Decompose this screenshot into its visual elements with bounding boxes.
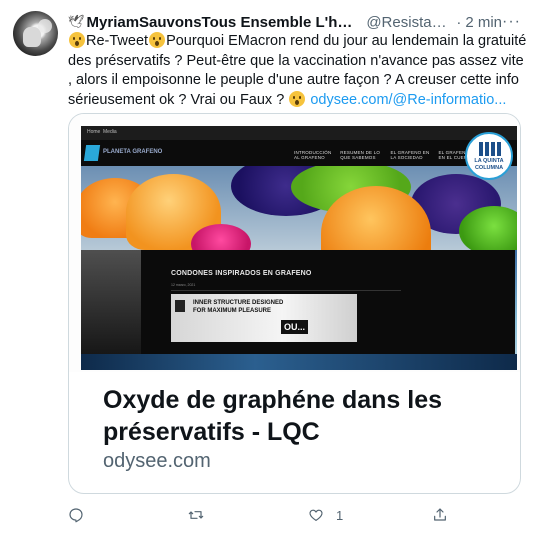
reply-button[interactable] — [68, 505, 96, 525]
site-article-image-line2: FOR MAXIMUM PLEASURE — [193, 308, 271, 314]
retweet-icon — [188, 511, 204, 519]
site-nav: PLANETA GRAFENO INTRODUCCIÓN AL GRAFENO … — [81, 140, 517, 166]
avatar[interactable] — [13, 11, 58, 56]
author-handle[interactable]: @Resistance... — [366, 14, 452, 31]
like-count: 1 — [336, 507, 344, 523]
condoms-banner-image — [81, 166, 517, 250]
site-article-image: INNER STRUCTURE DESIGNED FOR MAXIMUM PLE… — [171, 294, 357, 342]
separator-dot: · — [456, 13, 462, 31]
share-icon — [434, 508, 446, 521]
more-options-icon[interactable]: ··· — [502, 13, 521, 31]
structure-icon — [175, 300, 185, 312]
site-menu-item: EL GRAFENO EN LA SOCIEDAD — [390, 150, 430, 160]
site-article-title: CONDONES INSPIRADOS EN GRAFENO — [171, 270, 312, 277]
tweet-header: 🕊 MyriamSauvonsTous Ensemble L'human... … — [68, 12, 521, 32]
site-article-image-line1: INNER STRUCTURE DESIGNED — [193, 300, 284, 306]
link-preview-card[interactable]: Home Media PLANETA GRAFENO INTRODUCCIÓN … — [68, 113, 521, 494]
tweet-time[interactable]: 2 min — [465, 14, 502, 31]
share-button[interactable] — [432, 505, 448, 525]
site-topbar-media: Media — [103, 129, 117, 135]
heart-icon — [309, 509, 323, 521]
card-thumbnail[interactable]: Home Media PLANETA GRAFENO INTRODUCCIÓN … — [69, 114, 520, 372]
site-article-meta: 12 marzo, 2021 — [171, 283, 196, 287]
astonished-emoji-icon — [149, 32, 166, 48]
site-left-decoration — [81, 250, 141, 370]
astonished-emoji-icon — [69, 32, 85, 48]
site-topbar-home: Home — [87, 129, 101, 135]
divider — [171, 290, 401, 291]
card-title[interactable]: Oxyde de graphéne dans les préservatifs … — [103, 384, 503, 448]
tweet-text: Re-Tweet Pourquoi EMacron rend du jour au… — [68, 32, 528, 110]
site-article: CONDONES INSPIRADOS EN GRAFENO 12 marzo,… — [141, 250, 515, 370]
site-name: PLANETA GRAFENO — [103, 149, 163, 155]
astonished-emoji-icon — [289, 90, 306, 107]
planeta-grafeno-logo-icon — [83, 145, 101, 161]
tweet-actions: 1 — [68, 505, 521, 525]
overlay-label: OU... — [281, 320, 309, 334]
like-button[interactable]: 1 — [308, 505, 343, 525]
columns-icon — [479, 142, 501, 156]
site-bottom-strip — [81, 354, 517, 370]
site-topbar: Home Media — [81, 126, 517, 140]
site-menu-item: RESUMEN DE LO QUE SABEMOS — [340, 150, 381, 160]
logo-line1: LA QUINTA — [474, 158, 504, 164]
card-domain: odysee.com — [103, 450, 211, 472]
retweet-button[interactable] — [188, 505, 216, 525]
tweet-link[interactable]: odysee.com/@Re-informatio... — [310, 92, 506, 108]
author-name[interactable]: MyriamSauvonsTous Ensemble L'human... — [87, 14, 362, 31]
logo-line2: COLUMNA — [474, 165, 504, 171]
site-menu-item: INTRODUCCIÓN AL GRAFENO — [294, 150, 332, 160]
dove-emoji: 🕊 — [68, 14, 85, 29]
avatar-light-shape — [38, 19, 52, 33]
la-quinta-columna-logo: LA QUINTA COLUMNA — [465, 132, 513, 180]
tweet-text-part1: Re-Tweet — [86, 33, 149, 49]
thumbnail-website-screenshot: Home Media PLANETA GRAFENO INTRODUCCIÓN … — [81, 126, 517, 370]
reply-icon — [69, 508, 83, 523]
